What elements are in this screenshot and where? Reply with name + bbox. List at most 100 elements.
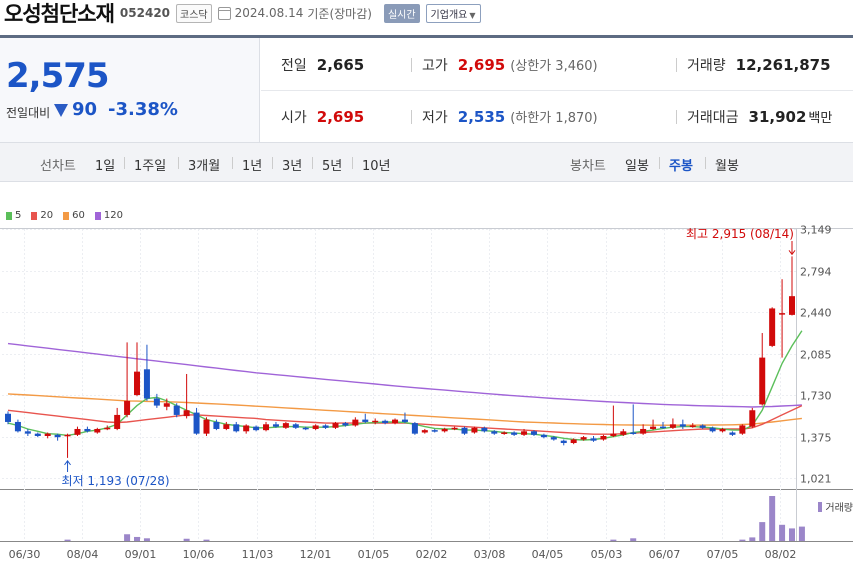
y-tick-label: 2,440 <box>800 307 832 320</box>
period-3y[interactable]: 3년 <box>282 155 302 174</box>
candle-body <box>411 423 418 434</box>
period-bar: 선차트 1일 1주일 3개월 1년 3년 5년 10년 봉차트 일봉 주봉 월봉 <box>0 142 853 182</box>
candle-body <box>501 432 508 434</box>
candle-body <box>312 425 319 429</box>
period-1y[interactable]: 1년 <box>242 155 262 174</box>
candle-body <box>243 425 250 432</box>
y-tick-label: 1,021 <box>800 473 832 486</box>
volume-bar <box>789 528 795 541</box>
lower-limit: (하한가 1,870) <box>510 111 598 126</box>
x-tick-label: 03/08 <box>474 548 506 561</box>
candle-body <box>183 410 190 417</box>
candle-body <box>679 424 686 427</box>
legend-ma60-label: 60 <box>72 210 85 221</box>
ma5-line <box>7 330 803 441</box>
candle-body <box>34 433 41 436</box>
legend-ma5-label: 5 <box>15 210 22 221</box>
candle-body <box>769 308 776 346</box>
prev-close-value: 2,665 <box>316 56 365 74</box>
candle-body <box>5 413 11 422</box>
ma20-line <box>7 404 803 435</box>
volume-bar <box>124 534 131 541</box>
volume-bar <box>769 496 776 541</box>
chevron-down-icon: ▼ <box>469 10 476 20</box>
candle-body <box>511 432 518 435</box>
divider <box>312 157 313 169</box>
divider <box>272 157 273 169</box>
y-tick-label: 1,730 <box>800 390 832 403</box>
quote-date: 2024.08.14 <box>234 6 304 20</box>
candle-body <box>709 427 716 432</box>
candle-body <box>659 426 666 429</box>
candle-body <box>461 427 468 434</box>
divider <box>352 157 353 169</box>
divider <box>411 58 412 72</box>
candle-body <box>173 405 180 415</box>
candle-body <box>640 428 647 434</box>
candle-body <box>322 425 329 428</box>
candle-body <box>193 412 200 434</box>
amount-unit: 백만 <box>808 111 833 126</box>
candle-body <box>481 427 488 432</box>
candle-body <box>74 428 81 435</box>
candle-body <box>570 439 577 444</box>
stat-amount: 거래대금 31,902 백만 <box>676 107 832 127</box>
legend-swatch <box>63 211 70 220</box>
candle-body <box>491 431 498 434</box>
candle-body <box>153 398 160 406</box>
quote-basis: 기준(장마감) <box>307 6 372 21</box>
corp-info-dropdown[interactable]: 기업개요 ▼ <box>425 3 481 23</box>
high-value: 2,695 <box>457 56 506 74</box>
candle-monthly[interactable]: 월봉 <box>715 155 739 174</box>
stat-low: 저가 2,535 (하한가 1,870) <box>411 107 598 127</box>
volume-bar <box>630 538 637 541</box>
candle-body <box>620 431 627 435</box>
stat-prev-close: 전일 2,665 <box>281 55 364 75</box>
calendar-icon <box>217 6 231 20</box>
candle-body <box>362 419 369 422</box>
candle-body <box>64 434 71 437</box>
candle-daily[interactable]: 일봉 <box>625 155 649 174</box>
low-annotation: 최저 1,193 (07/28) <box>62 474 170 488</box>
candle-body <box>530 431 537 435</box>
period-3m[interactable]: 3개월 <box>188 155 220 174</box>
period-1d[interactable]: 1일 <box>95 155 115 174</box>
candle-body <box>699 425 706 428</box>
open-value: 2,695 <box>316 108 365 126</box>
candle-body <box>94 428 101 433</box>
high-annotation: 최고 2,915 (08/14) <box>686 227 794 241</box>
x-tick-label: 08/02 <box>765 548 797 561</box>
x-tick-label: 01/05 <box>358 548 390 561</box>
candle-body <box>580 437 587 440</box>
candle-body <box>669 424 676 428</box>
candle-body <box>540 434 547 438</box>
legend-swatch <box>6 211 12 220</box>
candle-weekly[interactable]: 주봉 <box>669 155 693 174</box>
corp-info-label: 기업개요 <box>430 9 468 21</box>
low-arrow-head <box>64 460 71 466</box>
candle-body <box>302 427 309 430</box>
candle-body <box>282 423 289 428</box>
candle-body <box>203 419 210 434</box>
legend-ma20: 20 <box>31 210 53 221</box>
candle-body <box>104 427 111 430</box>
high-arrow-head <box>788 250 796 256</box>
candle-body <box>233 424 240 432</box>
high-label: 고가 <box>422 58 448 74</box>
x-tick-label: 08/04 <box>67 548 99 561</box>
divider <box>411 110 412 124</box>
candle-body <box>550 437 557 440</box>
x-tick-label: 07/05 <box>707 548 739 561</box>
ma60-line <box>7 393 802 426</box>
candle-body <box>54 434 61 438</box>
period-1w[interactable]: 1주일 <box>134 155 166 174</box>
period-10y[interactable]: 10년 <box>362 155 391 174</box>
y-tick-label: 2,794 <box>800 266 832 279</box>
period-5y[interactable]: 5년 <box>322 155 342 174</box>
realtime-button[interactable]: 실시간 <box>383 3 420 23</box>
candle-body <box>521 431 528 435</box>
candle-body <box>213 421 220 429</box>
candle-body <box>600 435 607 440</box>
candle-body <box>650 426 657 429</box>
candle-body <box>292 424 299 428</box>
